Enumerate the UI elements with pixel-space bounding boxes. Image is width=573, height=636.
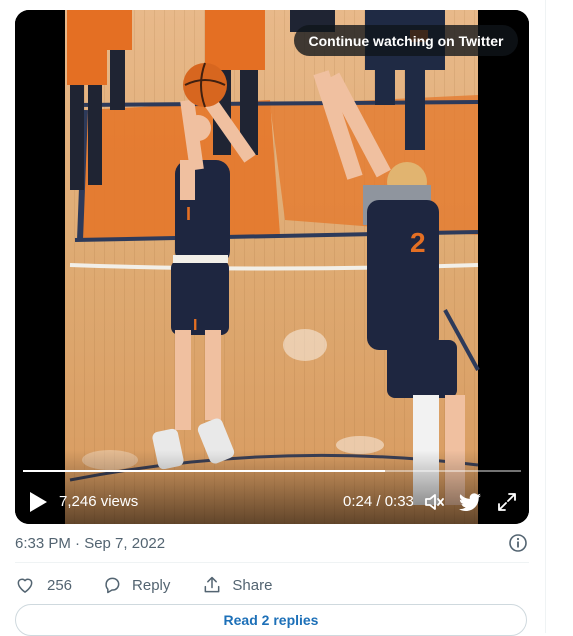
tweet-timestamp[interactable]: 6:33 PM · Sep 7, 2022 (15, 535, 165, 552)
progress-bar[interactable] (23, 470, 521, 472)
fullscreen-icon[interactable] (496, 491, 518, 513)
video-frame[interactable]: I I 2 (15, 10, 529, 524)
share-icon (204, 576, 220, 593)
column-border (545, 0, 546, 633)
reply-bubble-icon (105, 577, 120, 594)
twitter-bird-icon[interactable] (458, 490, 482, 514)
reply-button[interactable]: Reply (102, 575, 202, 595)
heart-icon (17, 578, 33, 593)
info-icon[interactable] (508, 533, 528, 553)
share-button[interactable]: Share (202, 575, 304, 595)
controls-overlay (15, 450, 529, 524)
video-player[interactable]: I I 2 Continue watching on Twitter 7,246… (15, 10, 529, 524)
svg-text:2: 2 (410, 227, 426, 258)
continue-watching-button[interactable]: Continue watching on Twitter (294, 25, 518, 56)
view-count: 7,246 views (59, 493, 139, 510)
like-button[interactable]: 256 (15, 575, 102, 595)
progress-fill (23, 470, 386, 472)
reply-label: Reply (132, 576, 171, 594)
volume-icon[interactable] (423, 490, 447, 514)
share-label: Share (232, 576, 273, 594)
read-replies-button[interactable]: Read 2 replies (15, 604, 527, 636)
divider (15, 562, 529, 563)
svg-text:I: I (193, 317, 197, 334)
play-icon[interactable] (28, 491, 48, 513)
like-count: 256 (47, 576, 73, 594)
tweet-actions: 256 Reply Share (15, 574, 304, 596)
video-timecode: 0:24 / 0:33 (343, 493, 414, 510)
svg-text:I: I (186, 204, 191, 224)
